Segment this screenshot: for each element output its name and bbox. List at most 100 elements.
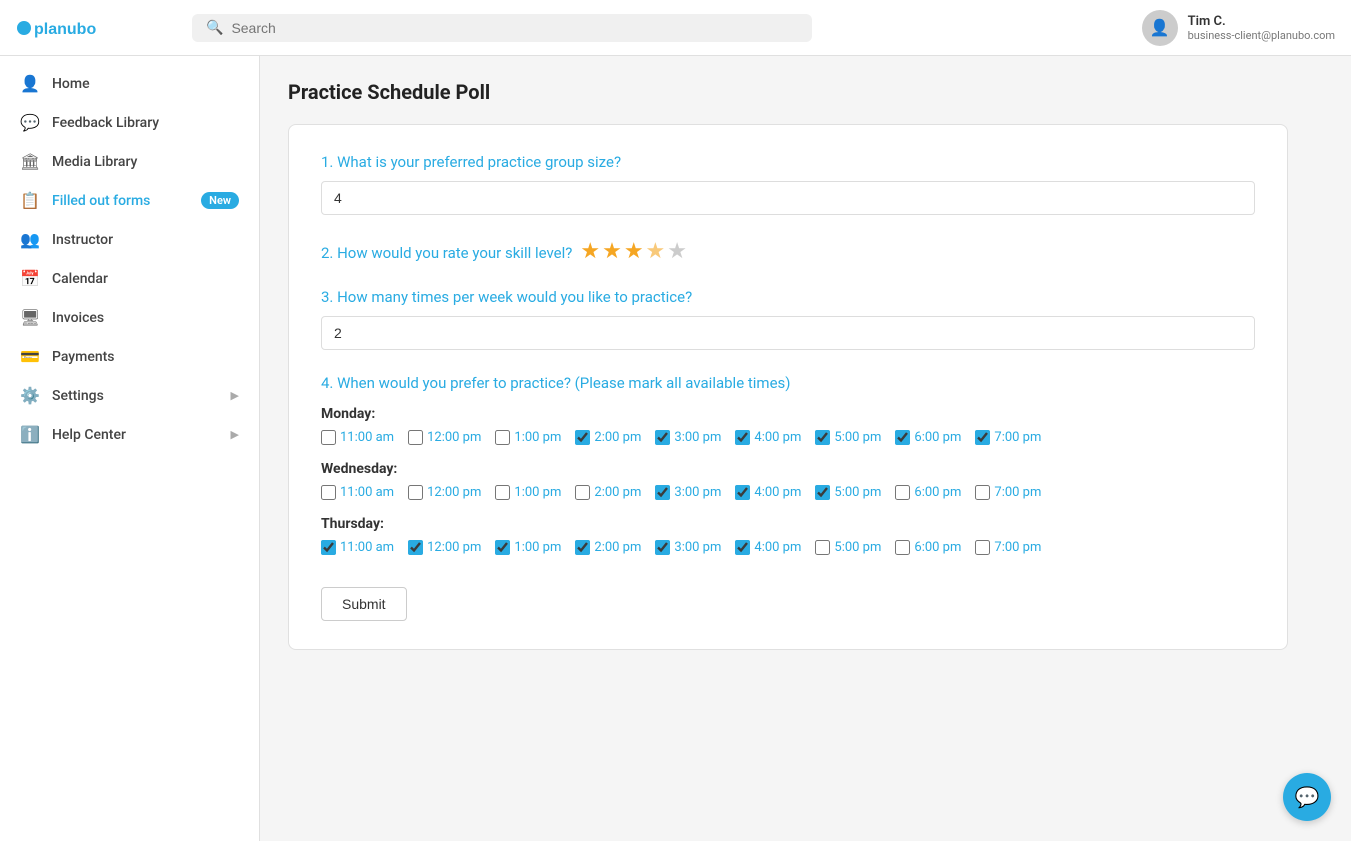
checkbox-thursday-1[interactable] — [408, 540, 423, 555]
time-label-thursday-0[interactable]: 11:00 am — [340, 540, 394, 555]
time-slot: 6:00 pm — [895, 485, 961, 500]
star-3[interactable]: ★ — [624, 239, 644, 264]
sidebar-label-filled-out-forms: Filled out forms — [52, 193, 150, 209]
time-slots-monday: 11:00 am 12:00 pm 1:00 pm 2:00 pm 3:00 pm 4:0… — [321, 430, 1255, 445]
checkbox-wednesday-6[interactable] — [815, 485, 830, 500]
time-slot: 11:00 am — [321, 485, 394, 500]
checkbox-monday-4[interactable] — [655, 430, 670, 445]
time-label-monday-7[interactable]: 6:00 pm — [914, 430, 961, 445]
day-section-wednesday: Wednesday:11:00 am12:00 pm1:00 pm2:00 pm… — [321, 461, 1255, 500]
sidebar-item-settings[interactable]: ⚙️Settings▶ — [0, 376, 259, 415]
checkbox-monday-6[interactable] — [815, 430, 830, 445]
checkbox-wednesday-3[interactable] — [575, 485, 590, 500]
checkbox-wednesday-1[interactable] — [408, 485, 423, 500]
time-label-thursday-1[interactable]: 12:00 pm — [427, 540, 481, 555]
checkbox-monday-5[interactable] — [735, 430, 750, 445]
chat-bubble[interactable]: 💬 — [1283, 773, 1331, 821]
checkbox-wednesday-2[interactable] — [495, 485, 510, 500]
time-label-monday-4[interactable]: 3:00 pm — [674, 430, 721, 445]
time-slot: 4:00 pm — [735, 430, 801, 445]
time-label-wednesday-8[interactable]: 7:00 pm — [994, 485, 1041, 500]
search-input[interactable] — [231, 20, 798, 36]
time-label-monday-3[interactable]: 2:00 pm — [594, 430, 641, 445]
question-label-q3: 3. How many times per week would you lik… — [321, 288, 1255, 306]
time-label-monday-6[interactable]: 5:00 pm — [834, 430, 881, 445]
time-label-monday-1[interactable]: 12:00 pm — [427, 430, 481, 445]
search-bar[interactable]: 🔍 — [192, 14, 812, 42]
checkbox-monday-7[interactable] — [895, 430, 910, 445]
checkbox-wednesday-5[interactable] — [735, 485, 750, 500]
sidebar-item-filled-out-forms[interactable]: 📋Filled out formsNew — [0, 181, 259, 220]
chevron-help-center: ▶ — [231, 428, 239, 441]
checkbox-thursday-7[interactable] — [895, 540, 910, 555]
svg-text:planubo: planubo — [34, 21, 96, 38]
sidebar-item-home[interactable]: 👤Home — [0, 64, 259, 103]
sidebar-item-instructor[interactable]: 👥Instructor — [0, 220, 259, 259]
checkbox-wednesday-0[interactable] — [321, 485, 336, 500]
checkbox-wednesday-8[interactable] — [975, 485, 990, 500]
checkbox-thursday-2[interactable] — [495, 540, 510, 555]
checkbox-thursday-4[interactable] — [655, 540, 670, 555]
checkbox-monday-2[interactable] — [495, 430, 510, 445]
checkbox-monday-3[interactable] — [575, 430, 590, 445]
checkbox-wednesday-4[interactable] — [655, 485, 670, 500]
avatar: 👤 — [1142, 10, 1178, 46]
time-label-wednesday-2[interactable]: 1:00 pm — [514, 485, 561, 500]
checkbox-wednesday-7[interactable] — [895, 485, 910, 500]
question-q1: 1. What is your preferred practice group… — [321, 153, 1255, 215]
time-label-thursday-8[interactable]: 7:00 pm — [994, 540, 1041, 555]
sidebar-item-help-center[interactable]: ℹ️Help Center▶ — [0, 415, 259, 454]
time-label-wednesday-1[interactable]: 12:00 pm — [427, 485, 481, 500]
time-slots-wednesday: 11:00 am 12:00 pm 1:00 pm 2:00 pm 3:00 pm 4:0… — [321, 485, 1255, 500]
time-label-monday-8[interactable]: 7:00 pm — [994, 430, 1041, 445]
time-label-monday-5[interactable]: 4:00 pm — [754, 430, 801, 445]
sidebar-item-invoices[interactable]: 🖥Invoices — [0, 298, 259, 337]
time-label-wednesday-0[interactable]: 11:00 am — [340, 485, 394, 500]
calendar-icon: 📅 — [20, 269, 40, 288]
checkbox-monday-8[interactable] — [975, 430, 990, 445]
checkbox-thursday-5[interactable] — [735, 540, 750, 555]
time-slot: 12:00 pm — [408, 540, 481, 555]
time-slot: 2:00 pm — [575, 430, 641, 445]
time-label-wednesday-7[interactable]: 6:00 pm — [914, 485, 961, 500]
star-5[interactable]: ★ — [667, 239, 687, 264]
time-label-monday-0[interactable]: 11:00 am — [340, 430, 394, 445]
time-label-monday-2[interactable]: 1:00 pm — [514, 430, 561, 445]
sidebar-item-calendar[interactable]: 📅Calendar — [0, 259, 259, 298]
time-slots-thursday: 11:00 am 12:00 pm 1:00 pm 2:00 pm 3:00 pm 4:0… — [321, 540, 1255, 555]
time-label-thursday-6[interactable]: 5:00 pm — [834, 540, 881, 555]
checkbox-thursday-3[interactable] — [575, 540, 590, 555]
time-label-wednesday-6[interactable]: 5:00 pm — [834, 485, 881, 500]
checkbox-thursday-0[interactable] — [321, 540, 336, 555]
time-label-wednesday-5[interactable]: 4:00 pm — [754, 485, 801, 500]
sidebar-label-settings: Settings — [52, 388, 104, 404]
question-label-q1: 1. What is your preferred practice group… — [321, 153, 1255, 171]
user-name: Tim C. — [1188, 14, 1335, 29]
sidebar-item-media-library[interactable]: 🏛Media Library — [0, 142, 259, 181]
question-q2: 2. How would you rate your skill level?★… — [321, 239, 1255, 264]
question-input-q3[interactable] — [321, 316, 1255, 350]
time-label-thursday-3[interactable]: 2:00 pm — [594, 540, 641, 555]
time-label-thursday-5[interactable]: 4:00 pm — [754, 540, 801, 555]
checkbox-monday-1[interactable] — [408, 430, 423, 445]
feedback-library-icon: 💬 — [20, 113, 40, 132]
time-slot: 3:00 pm — [655, 430, 721, 445]
checkbox-thursday-6[interactable] — [815, 540, 830, 555]
time-label-thursday-2[interactable]: 1:00 pm — [514, 540, 561, 555]
time-label-thursday-7[interactable]: 6:00 pm — [914, 540, 961, 555]
star-2[interactable]: ★ — [602, 239, 622, 264]
checkbox-thursday-8[interactable] — [975, 540, 990, 555]
submit-button[interactable]: Submit — [321, 587, 407, 621]
sidebar-item-payments[interactable]: 💳Payments — [0, 337, 259, 376]
star-1[interactable]: ★ — [580, 239, 600, 264]
time-label-wednesday-3[interactable]: 2:00 pm — [594, 485, 641, 500]
sidebar-label-media-library: Media Library — [52, 154, 137, 170]
settings-icon: ⚙️ — [20, 386, 40, 405]
time-label-wednesday-4[interactable]: 3:00 pm — [674, 485, 721, 500]
checkbox-monday-0[interactable] — [321, 430, 336, 445]
star-rating-q2[interactable]: ★★★★★ — [580, 239, 687, 264]
star-4[interactable]: ★ — [646, 239, 666, 264]
question-input-q1[interactable] — [321, 181, 1255, 215]
time-label-thursday-4[interactable]: 3:00 pm — [674, 540, 721, 555]
sidebar-item-feedback-library[interactable]: 💬Feedback Library — [0, 103, 259, 142]
